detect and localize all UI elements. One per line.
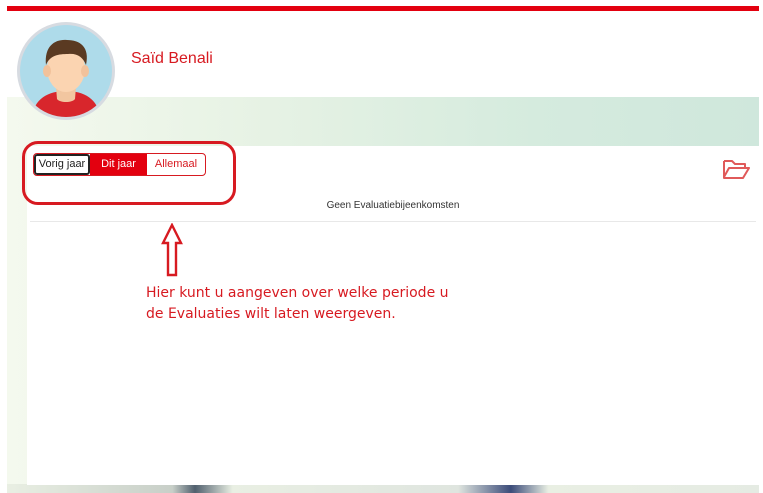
empty-state-message: Geen Evaluatiebijeenkomsten (326, 200, 460, 211)
background-photo-strip (7, 484, 759, 493)
divider (30, 221, 756, 222)
user-name: Saïd Benali (131, 50, 213, 67)
profile-header (7, 11, 759, 97)
annotation-line-1: Hier kunt u aangeven over welke periode … (146, 285, 449, 301)
annotation-line-2: de Evaluaties wilt laten weergeven. (146, 306, 396, 322)
avatar[interactable] (17, 22, 115, 120)
folder-open-icon[interactable] (722, 158, 750, 180)
user-avatar-icon (32, 39, 100, 117)
top-accent-bar (0, 0, 763, 11)
avatar-image (20, 25, 112, 117)
arrow-up-icon (161, 223, 183, 277)
annotation-highlight (22, 141, 236, 205)
annotation-text: Hier kunt u aangeven over welke periode … (146, 283, 476, 325)
